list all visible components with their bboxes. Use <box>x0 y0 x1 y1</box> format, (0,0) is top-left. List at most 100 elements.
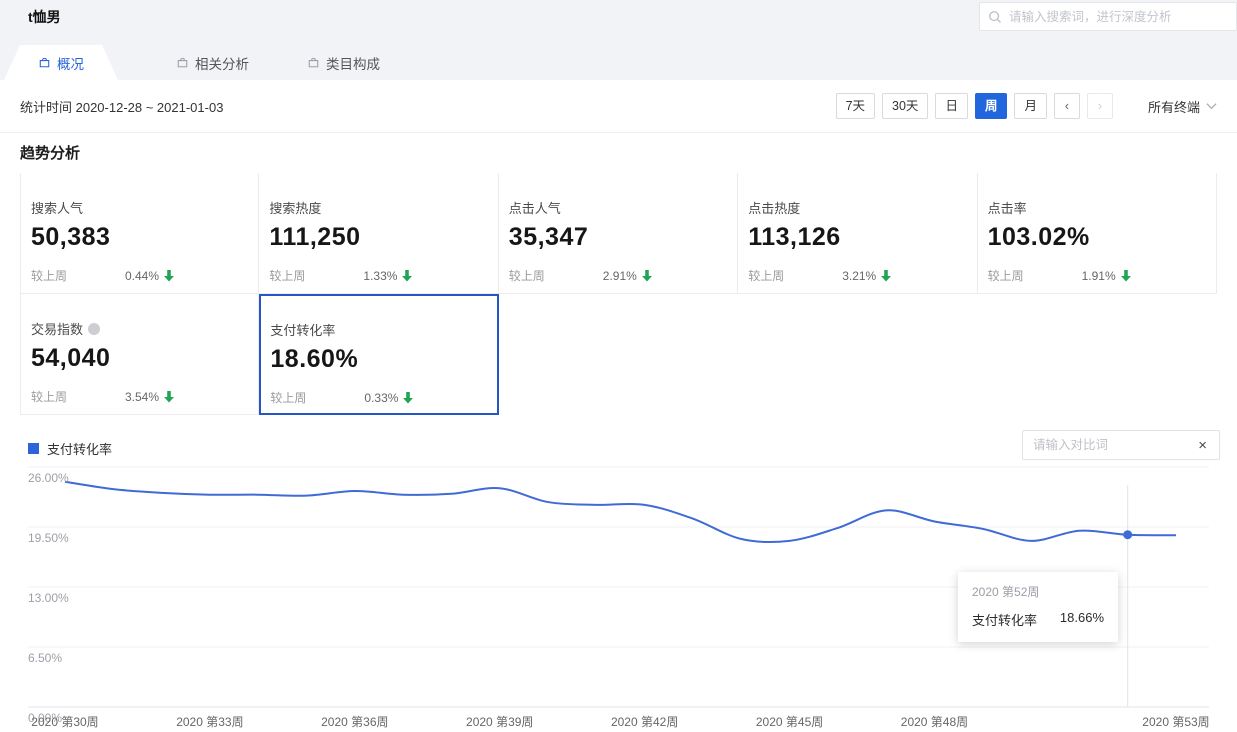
legend-payment-conversion[interactable]: 支付转化率 <box>28 439 112 458</box>
info-icon <box>88 323 100 335</box>
section-title: 趋势分析 <box>20 142 1237 163</box>
page-title: t恤男 <box>28 7 61 27</box>
tab-label: 类目构成 <box>326 53 380 73</box>
search-box[interactable] <box>979 2 1237 31</box>
metric-value: 103.02% <box>988 223 1206 252</box>
compare-label: 较上周 <box>31 388 125 405</box>
close-icon[interactable]: × <box>1196 436 1209 455</box>
empty-cell <box>738 294 977 415</box>
tooltip-value: 18.66% <box>1060 610 1104 629</box>
terminal-select[interactable]: 所有终端 <box>1148 97 1217 116</box>
delta-percent: 1.33% <box>363 269 397 283</box>
compare-label: 较上周 <box>509 267 603 284</box>
metric-delta: 较上周 1.91% <box>988 267 1206 284</box>
trend-chart: 支付转化率 × 26.00%19.50%13.00%6.50%0.00% 202… <box>0 415 1237 732</box>
y-tick-label: 19.50% <box>28 531 69 545</box>
tab-overview[interactable]: 概况 <box>4 45 118 80</box>
down-arrow-icon <box>642 270 652 282</box>
metric-delta: 较上周 0.44% <box>31 267 248 284</box>
compare-label: 较上周 <box>270 389 364 406</box>
bag-icon <box>176 56 189 69</box>
metric-card-payment-conversion[interactable]: 支付转化率 18.60% 较上周 0.33% <box>259 294 498 415</box>
metric-value: 54,040 <box>31 344 248 373</box>
metric-delta: 较上周 3.21% <box>748 267 966 284</box>
legend-swatch <box>28 443 39 454</box>
tab-related-analysis[interactable]: 相关分析 <box>176 45 249 80</box>
metric-card-search-heat[interactable]: 搜索热度 111,250 较上周 1.33% <box>259 173 498 294</box>
chevron-down-icon <box>1206 102 1217 110</box>
metric-value: 50,383 <box>31 223 248 252</box>
metric-label-text: 交易指数 <box>31 319 83 338</box>
y-tick-label: 13.00% <box>28 591 69 605</box>
metric-label: 点击率 <box>988 198 1206 217</box>
metric-card-transaction-index[interactable]: 交易指数 54,040 较上周 3.54% <box>20 294 259 415</box>
x-tick-label: 2020 第36周 <box>321 713 388 730</box>
metric-delta: 较上周 3.54% <box>31 388 248 405</box>
metric-label: 交易指数 <box>31 319 248 338</box>
terminal-label: 所有终端 <box>1148 97 1200 116</box>
bag-icon <box>307 56 320 69</box>
stat-time-range: 统计时间 2020-12-28 ~ 2021-01-03 <box>20 97 223 116</box>
search-input[interactable] <box>1009 10 1228 24</box>
down-arrow-icon <box>403 392 413 404</box>
delta-percent: 2.91% <box>603 269 637 283</box>
series-line-payment-conversion <box>65 482 1176 542</box>
tab-category-composition[interactable]: 类目构成 <box>307 45 380 80</box>
down-arrow-icon <box>1121 270 1131 282</box>
tooltip-week: 2020 第52周 <box>972 583 1104 600</box>
metric-card-click-heat[interactable]: 点击热度 113,126 较上周 3.21% <box>738 173 977 294</box>
x-tick-label: 2020 第45周 <box>756 713 823 730</box>
metric-delta: 较上周 2.91% <box>509 267 727 284</box>
delta-percent: 0.44% <box>125 269 159 283</box>
delta-percent: 0.33% <box>364 391 398 405</box>
delta-percent: 3.54% <box>125 390 159 404</box>
metric-card-search-popularity[interactable]: 搜索人气 50,383 较上周 0.44% <box>20 173 259 294</box>
x-tick-label: 2020 第53周 <box>1142 713 1209 730</box>
delta-percent: 1.91% <box>1082 269 1116 283</box>
compare-label: 较上周 <box>31 267 125 284</box>
x-tick-label: 2020 第30周 <box>31 713 98 730</box>
toolbar-controls: 7天 30天 日 周 月 ‹ › 所有终端 <box>836 93 1217 119</box>
bag-icon <box>38 56 51 69</box>
compare-word-box[interactable]: × <box>1022 430 1220 460</box>
down-arrow-icon <box>402 270 412 282</box>
metric-label: 搜索人气 <box>31 198 248 217</box>
range-30d-button[interactable]: 30天 <box>882 93 928 119</box>
x-tick-label: 2020 第48周 <box>901 713 968 730</box>
next-period-button: › <box>1087 93 1113 119</box>
metric-value: 18.60% <box>270 345 487 374</box>
compare-label: 较上周 <box>748 267 842 284</box>
compare-label: 较上周 <box>988 267 1082 284</box>
compare-word-input[interactable] <box>1033 438 1196 452</box>
metric-grid: 搜索人气 50,383 较上周 0.44% 搜索热度 111,250 较上周 1… <box>20 173 1217 415</box>
granularity-day-button[interactable]: 日 <box>935 93 968 119</box>
empty-cell <box>978 294 1217 415</box>
metric-value: 35,347 <box>509 223 727 252</box>
down-arrow-icon <box>881 270 891 282</box>
metric-label: 搜索热度 <box>269 198 487 217</box>
down-arrow-icon <box>164 391 174 403</box>
range-7d-button[interactable]: 7天 <box>836 93 875 119</box>
y-tick-label: 26.00% <box>28 471 69 485</box>
metric-card-click-rate[interactable]: 点击率 103.02% 较上周 1.91% <box>978 173 1217 294</box>
page: t恤男 概况 相关分析 <box>0 0 1237 732</box>
tab-label: 概况 <box>57 53 84 73</box>
down-arrow-icon <box>164 270 174 282</box>
top-band: t恤男 概况 相关分析 <box>0 0 1237 80</box>
metric-card-click-popularity[interactable]: 点击人气 35,347 较上周 2.91% <box>499 173 738 294</box>
granularity-week-button[interactable]: 周 <box>975 93 1008 119</box>
metric-label: 点击人气 <box>509 198 727 217</box>
granularity-month-button[interactable]: 月 <box>1014 93 1047 119</box>
prev-period-button[interactable]: ‹ <box>1054 93 1080 119</box>
empty-cell <box>499 294 738 415</box>
y-tick-label: 6.50% <box>28 651 62 665</box>
tooltip-row: 支付转化率 18.66% <box>972 610 1104 629</box>
chart-tooltip: 2020 第52周 支付转化率 18.66% <box>958 572 1118 642</box>
x-tick-label: 2020 第33周 <box>176 713 243 730</box>
compare-label: 较上周 <box>269 267 363 284</box>
x-tick-label: 2020 第39周 <box>466 713 533 730</box>
tooltip-series-label: 支付转化率 <box>972 610 1037 629</box>
tab-label: 相关分析 <box>195 53 249 73</box>
metric-delta: 较上周 0.33% <box>270 389 487 406</box>
legend-label: 支付转化率 <box>47 439 112 458</box>
